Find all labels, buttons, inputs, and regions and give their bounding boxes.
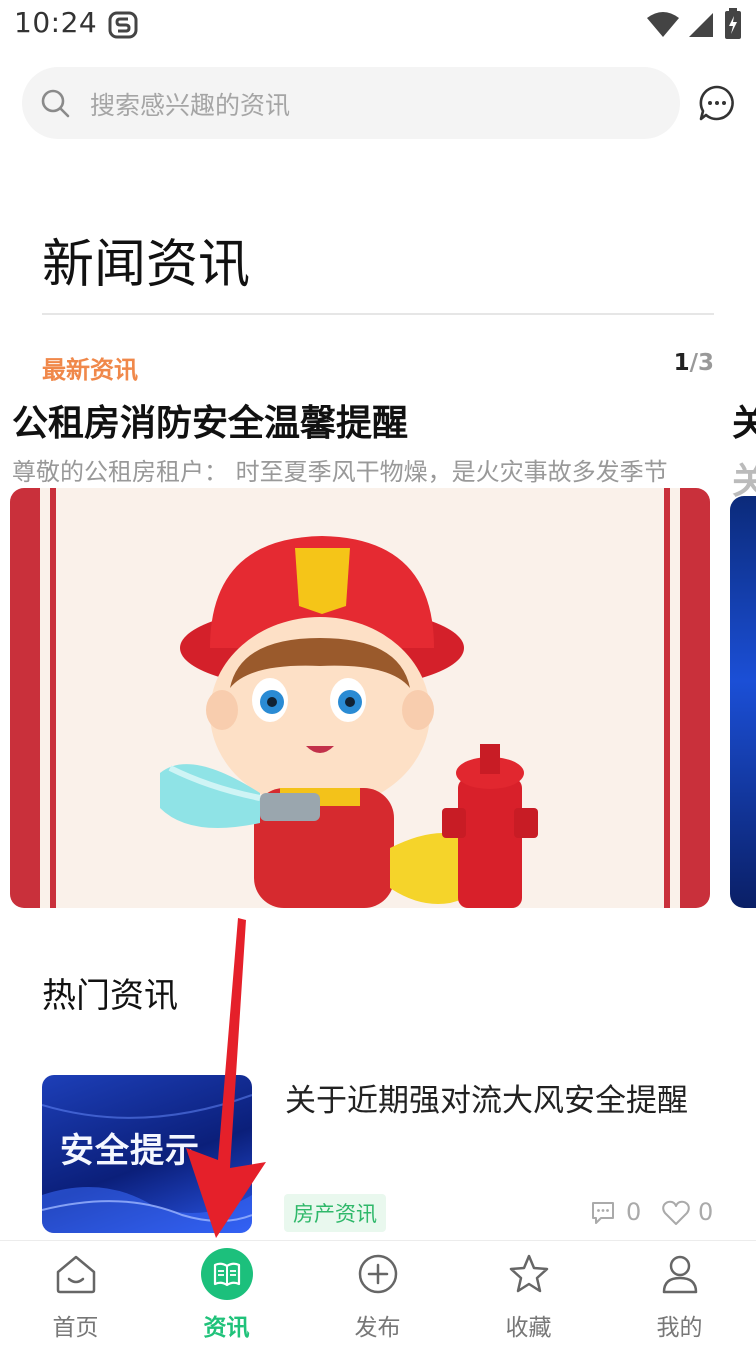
red-arrow-annotation	[186, 918, 266, 1238]
star-icon	[509, 1254, 548, 1293]
page-title: 新闻资讯	[42, 235, 251, 295]
thumbnail-caption: 安全提示	[60, 1131, 200, 1171]
tab-favorites[interactable]: 收藏	[453, 1240, 604, 1345]
search-input[interactable]	[88, 84, 652, 126]
user-icon	[662, 1255, 697, 1294]
carousel-slide-summary[interactable]: 尊敬的公租房租户： 时至夏季风干物燥，是火灾事故多发季节	[12, 452, 702, 487]
hot-news-heading: 热门资讯	[42, 976, 178, 1016]
app-notification-icon	[108, 11, 138, 39]
carousel-slide-image[interactable]	[10, 488, 710, 908]
like-count: 0	[698, 1198, 714, 1226]
tab-profile[interactable]: 我的	[604, 1240, 755, 1345]
book-icon	[200, 1248, 253, 1300]
comment-count: 0	[626, 1198, 642, 1226]
wifi-icon	[647, 12, 679, 37]
firefighter-illustration	[10, 488, 710, 908]
battery-charging-icon	[725, 8, 741, 39]
comment-icon[interactable]	[590, 1200, 616, 1226]
heart-icon[interactable]	[662, 1200, 690, 1226]
plus-circle-icon	[358, 1254, 397, 1294]
tab-label-profile: 我的	[656, 1315, 703, 1341]
tab-news[interactable]: 资讯	[151, 1240, 302, 1345]
status-time: 10:24	[14, 6, 98, 39]
carousel-pager: 1/3	[674, 350, 714, 376]
home-icon	[56, 1255, 95, 1294]
carousel-next-title[interactable]: 关	[732, 394, 756, 446]
tab-label-favorites: 收藏	[505, 1315, 552, 1341]
tab-home[interactable]: 首页	[0, 1240, 151, 1345]
search-icon	[41, 89, 70, 118]
pager-total: 3	[697, 350, 714, 376]
latest-news-label: 最新资讯	[42, 356, 138, 384]
signal-icon	[689, 13, 713, 37]
title-divider	[42, 313, 714, 315]
pager-separator: /	[689, 350, 698, 376]
tab-label-news: 资讯	[203, 1315, 250, 1341]
tab-label-publish: 发布	[354, 1315, 401, 1341]
news-category-tag[interactable]: 房产资讯	[284, 1194, 386, 1232]
message-icon[interactable]	[698, 84, 736, 122]
carousel-slide-title[interactable]: 公租房消防安全温馨提醒	[12, 394, 408, 446]
pager-current: 1	[673, 350, 690, 376]
tab-publish[interactable]: 发布	[302, 1240, 453, 1345]
news-item-title[interactable]: 关于近期强对流大风安全提醒	[285, 1074, 705, 1128]
carousel-next-image[interactable]	[730, 496, 756, 908]
tab-label-home: 首页	[52, 1315, 99, 1341]
